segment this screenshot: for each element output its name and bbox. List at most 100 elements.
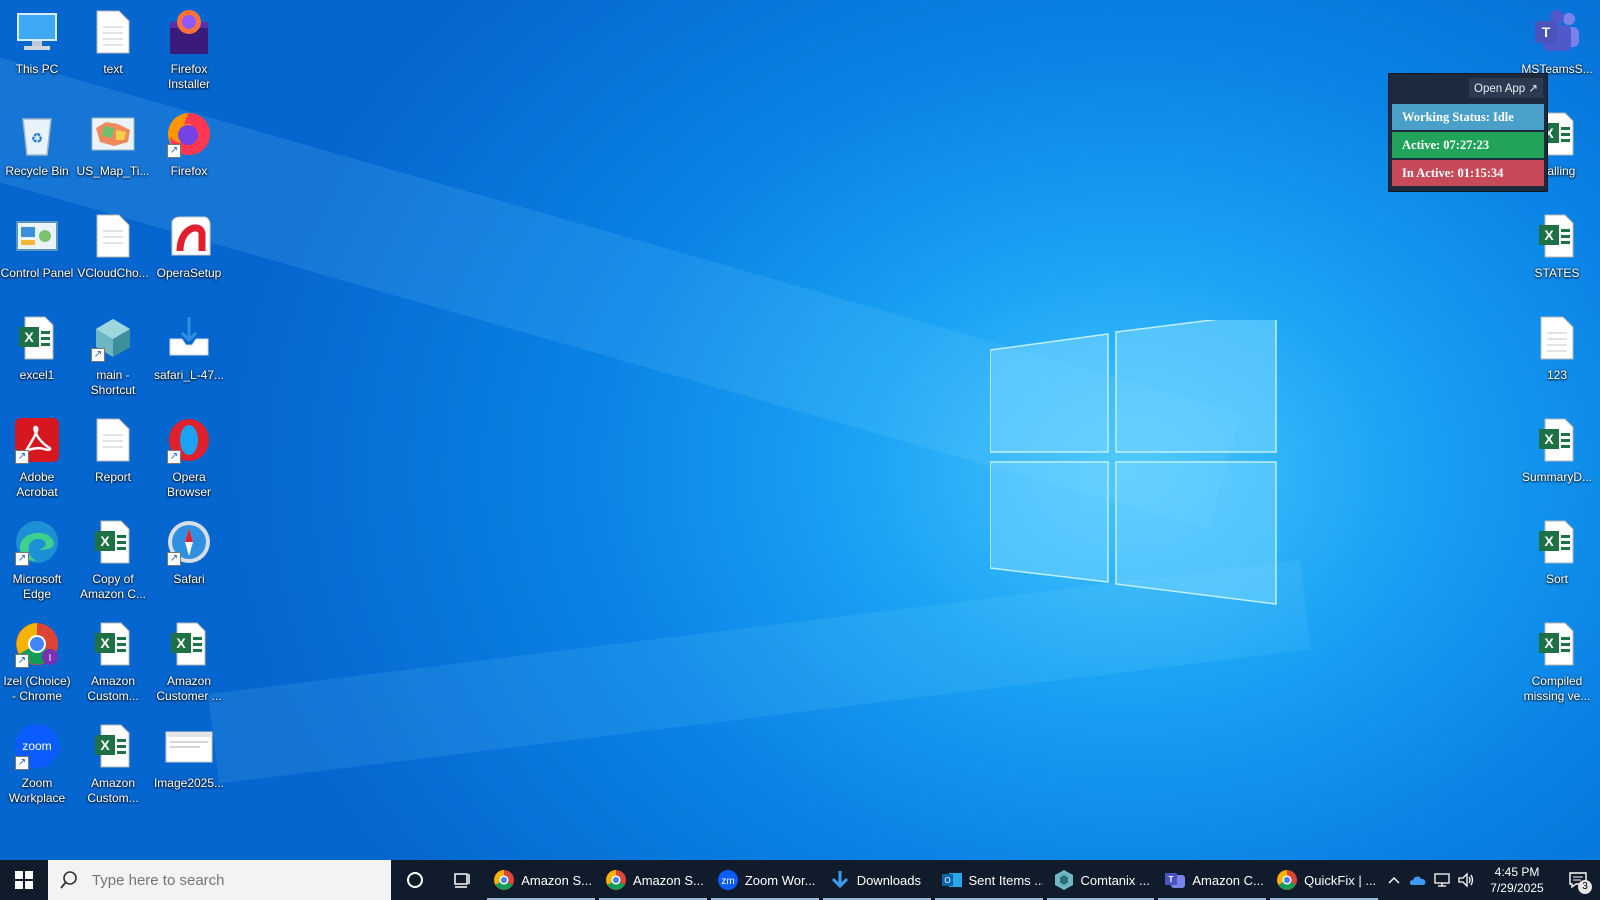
desktop-icon-summaryd[interactable]: X SummaryD... [1520,416,1594,485]
desktop-icon-label: Recycle Bin [5,164,69,178]
desktop-icon-excel1[interactable]: X excel1 [0,314,74,383]
desktop-icon-safari[interactable]: ↗ Safari [152,518,226,587]
excel-icon: X [165,620,213,668]
desktop-icon-123[interactable]: 123 [1520,314,1594,383]
installer-icon [165,314,213,362]
desktop: This PC ♻ Recycle Bin Control Panel X ex… [0,0,1600,860]
start-button[interactable] [0,860,48,900]
notification-count-badge: 3 [1578,880,1592,894]
taskbar-app-amazon-s-1[interactable]: Amazon S... [487,860,595,900]
svg-text:I: I [49,653,52,664]
desktop-icon-opera-browser[interactable]: ↗ Opera Browser [152,416,226,500]
shortcut-arrow-icon: ↗ [15,552,29,566]
taskbar-app-teams[interactable]: T Amazon C... [1158,860,1267,900]
desktop-icon-label: Sort [1545,572,1568,586]
excel-icon: X [89,620,137,668]
svg-text:O: O [944,876,950,885]
taskbar-app-amazon-s-2[interactable]: Amazon S... [599,860,707,900]
desktop-icon-recycle-bin[interactable]: ♻ Recycle Bin [0,110,74,179]
excel-icon: X [1533,212,1581,260]
taskbar: Amazon S... Amazon S... zm Zoom Wor... D… [0,860,1600,900]
desktop-icon-label: Opera Browser [166,470,211,499]
cortana-button[interactable] [391,860,439,900]
cortana-icon [407,872,424,888]
desktop-icon-sort[interactable]: X Sort [1520,518,1594,587]
action-center-button[interactable]: 3 [1556,860,1600,900]
document-icon [89,212,137,260]
svg-text:X: X [1544,431,1554,447]
search-input[interactable] [89,870,384,890]
search-icon [60,871,77,889]
network-button[interactable] [1430,860,1454,900]
desktop-icon-adobe-acrobat[interactable]: ↗ Adobe Acrobat [0,416,74,500]
system-tray: 4:45 PM 7/29/2025 3 [1382,860,1600,900]
taskbar-search-box[interactable] [47,860,392,900]
working-status-row: Working Status: Idle [1392,104,1544,130]
shortcut-arrow-icon: ↗ [167,144,181,158]
desktop-icon-label: STATES [1534,266,1580,280]
desktop-icon-label: 123 [1546,368,1568,382]
desktop-icon-copy-of-amazon[interactable]: X Copy of Amazon C... [76,518,150,602]
desktop-icon-label: safari_L-47... [153,368,225,382]
tray-overflow-button[interactable] [1382,860,1406,900]
taskbar-app-label: Amazon C... [1192,872,1264,888]
taskbar-app-label: Zoom Wor... [744,872,816,888]
desktop-icon-chrome-izel[interactable]: I ↗ Izel (Choice) - Chrome [0,620,74,704]
desktop-icon-amazon-customer[interactable]: X Amazon Customer ... [152,620,226,704]
chrome-icon [493,869,515,891]
desktop-icon-amazon-custom-2[interactable]: X Amazon Custom... [76,722,150,806]
desktop-icon-text[interactable]: text [76,8,150,77]
desktop-icon-control-panel[interactable]: Control Panel [0,212,74,281]
taskbar-app-comtanix[interactable]: Comtanix ... [1046,860,1155,900]
clock-time: 4:45 PM [1494,865,1540,879]
task-view-button[interactable] [439,860,487,900]
desktop-icon-firefox[interactable]: ↗ Firefox [152,110,226,179]
desktop-icon-opera-setup[interactable]: OperaSetup [152,212,226,281]
desktop-icon-msteams[interactable]: T MSTeamsS... [1520,8,1594,77]
teams-icon: T [1533,8,1581,56]
excel-icon: X [13,314,61,362]
desktop-icon-report[interactable]: Report [76,416,150,485]
taskbar-app-downloads[interactable]: Downloads [822,860,931,900]
svg-text:zm: zm [721,876,734,887]
chrome-icon: I ↗ [13,620,61,668]
active-time-row: Active: 07:27:23 [1392,132,1544,158]
control-panel-icon [13,212,61,260]
taskbar-clock[interactable]: 4:45 PM 7/29/2025 [1478,864,1556,896]
desktop-icon-us-map[interactable]: US_Map_Ti... [76,110,150,179]
desktop-icon-label: SummaryD... [1521,470,1592,484]
desktop-icon-compiled-missing[interactable]: X Compiled missing ve... [1520,620,1594,704]
desktop-icon-zoom-workplace[interactable]: zoom ↗ Zoom Workplace [0,722,74,806]
desktop-icon-image2025[interactable]: Image2025... [152,722,226,791]
desktop-icon-label: OperaSetup [156,266,222,280]
taskbar-app-label: Amazon S... [633,872,704,888]
desktop-icon-vcloudcho[interactable]: VCloudCho... [76,212,150,281]
desktop-icon-label: US_Map_Ti... [76,164,150,178]
desktop-icon-safari-installer[interactable]: safari_L-47... [152,314,226,383]
svg-text:X: X [24,329,34,345]
app-shortcut-icon: ↗ [89,314,137,362]
task-view-icon [454,873,470,888]
desktop-icon-states[interactable]: X STATES [1520,212,1594,281]
svg-text:X: X [1544,533,1554,549]
desktop-icon-firefox-installer[interactable]: Firefox Installer [152,8,226,92]
desktop-icon-label: This PC [15,62,59,76]
desktop-icon-amazon-custom-1[interactable]: X Amazon Custom... [76,620,150,704]
taskbar-app-zoom[interactable]: zm Zoom Wor... [710,860,819,900]
desktop-icon-this-pc[interactable]: This PC [0,8,74,77]
desktop-icon-main-shortcut[interactable]: ↗ main - Shortcut [76,314,150,398]
volume-button[interactable] [1454,860,1478,900]
desktop-icon-label: Report [94,470,132,484]
taskbar-app-outlook[interactable]: O Sent Items ... [934,860,1043,900]
excel-icon: X [1533,416,1581,464]
svg-text:X: X [176,635,186,651]
svg-text:T: T [1169,875,1174,884]
taskbar-app-quickfix[interactable]: QuickFix | ... [1270,860,1378,900]
onedrive-icon [1409,876,1426,885]
desktop-icon-microsoft-edge[interactable]: ↗ Microsoft Edge [0,518,74,602]
onedrive-button[interactable] [1406,860,1430,900]
taskbar-app-label: QuickFix | ... [1304,872,1377,888]
desktop-icon-label: Compiled missing ve... [1523,674,1591,703]
svg-text:X: X [100,635,110,651]
open-app-button[interactable]: Open App ↗ [1469,78,1543,98]
